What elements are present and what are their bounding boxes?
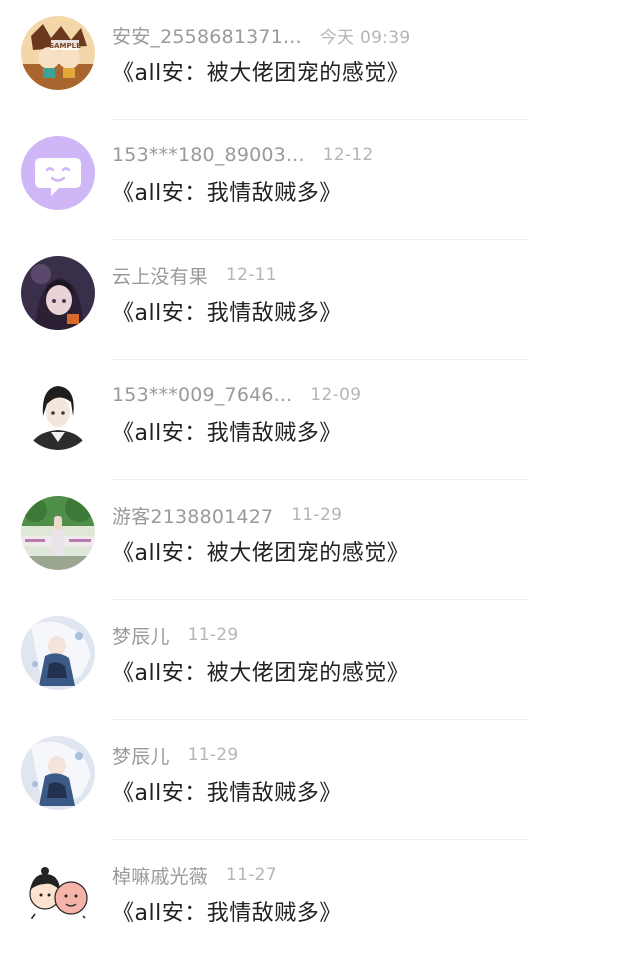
comment-meta: 云上没有果 12-11 bbox=[112, 262, 277, 288]
comment-item[interactable]: 153***009_7646... 12-09 《all安：我情敌贼多》 bbox=[0, 360, 640, 480]
comment-meta: 游客2138801427 11-29 bbox=[112, 502, 342, 528]
comment-item[interactable]: 云上没有果 12-11 《all安：我情敌贼多》 bbox=[0, 240, 640, 360]
username[interactable]: 游客2138801427 bbox=[112, 502, 273, 529]
timestamp: 12-09 bbox=[310, 385, 362, 405]
comment-text: 《all安：被大佬团宠的感觉》 bbox=[112, 541, 410, 566]
comment-item[interactable]: 153***180_89003... 12-12 《all安：我情敌贼多》 bbox=[0, 120, 640, 240]
username[interactable]: 梦辰儿 bbox=[112, 622, 170, 649]
timestamp: 12-11 bbox=[226, 265, 277, 285]
user-avatar[interactable] bbox=[21, 376, 95, 450]
chat-bubble-avatar-icon bbox=[21, 136, 95, 210]
username[interactable]: 安安_2558681371... bbox=[112, 22, 302, 49]
username[interactable]: 梦辰儿 bbox=[112, 742, 170, 769]
anime-white-hair-avatar-icon bbox=[21, 616, 95, 690]
comment-meta: 梦辰儿 11-29 bbox=[112, 622, 239, 648]
user-avatar[interactable] bbox=[21, 136, 95, 210]
comment-meta: 棹嘛戚光薇 11-27 bbox=[112, 862, 277, 888]
comment-text: 《all安：我情敌贼多》 bbox=[112, 301, 342, 326]
comment-text: 《all安：我情敌贼多》 bbox=[112, 181, 342, 206]
username[interactable]: 153***180_89003... bbox=[112, 144, 305, 166]
user-avatar[interactable] bbox=[21, 856, 95, 930]
comment-meta: 安安_2558681371... 今天 09:39 bbox=[112, 22, 411, 48]
comment-meta: 梦辰儿 11-29 bbox=[112, 742, 239, 768]
user-avatar[interactable] bbox=[21, 496, 95, 570]
anime-white-hair-avatar-icon bbox=[21, 736, 95, 810]
comment-item[interactable]: 梦辰儿 11-29 《all安：被大佬团宠的感觉》 bbox=[0, 600, 640, 720]
svg-text:SAMPLE: SAMPLE bbox=[49, 42, 81, 50]
timestamp: 11-29 bbox=[187, 625, 239, 645]
timestamp: 11-29 bbox=[291, 505, 343, 525]
anime-girl-avatar-icon bbox=[21, 256, 95, 330]
timestamp: 11-29 bbox=[187, 745, 239, 765]
comment-text: 《all安：我情敌贼多》 bbox=[112, 781, 342, 806]
comment-text: 《all安：我情敌贼多》 bbox=[112, 901, 342, 926]
user-avatar[interactable]: SAMPLE bbox=[21, 16, 95, 90]
username[interactable]: 云上没有果 bbox=[112, 262, 208, 289]
comment-text: 《all安：被大佬团宠的感觉》 bbox=[112, 61, 410, 86]
timestamp: 12-12 bbox=[322, 145, 374, 165]
comment-item[interactable]: 棹嘛戚光薇 11-27 《all安：我情敌贼多》 bbox=[0, 840, 640, 960]
username[interactable]: 153***009_7646... bbox=[112, 384, 292, 406]
user-avatar[interactable] bbox=[21, 256, 95, 330]
comment-item[interactable]: SAMPLE 安安_2558681371... 今天 09:39 《all安：被… bbox=[0, 0, 640, 120]
anime-boy-avatar-icon bbox=[21, 376, 95, 450]
comment-item[interactable]: 梦辰儿 11-29 《all安：我情敌贼多》 bbox=[0, 720, 640, 840]
photo-avatar-icon bbox=[21, 496, 95, 570]
user-avatar[interactable] bbox=[21, 736, 95, 810]
user-avatar[interactable] bbox=[21, 616, 95, 690]
comment-text: 《all安：我情敌贼多》 bbox=[112, 421, 342, 446]
timestamp: 今天 09:39 bbox=[319, 27, 411, 48]
cartoon-couple-avatar-icon bbox=[21, 856, 95, 930]
comment-item[interactable]: 游客2138801427 11-29 《all安：被大佬团宠的感觉》 bbox=[0, 480, 640, 600]
comment-meta: 153***009_7646... 12-09 bbox=[112, 382, 361, 408]
username[interactable]: 棹嘛戚光薇 bbox=[112, 862, 208, 889]
comment-meta: 153***180_89003... 12-12 bbox=[112, 142, 374, 168]
comment-text: 《all安：被大佬团宠的感觉》 bbox=[112, 661, 410, 686]
anime-sample-avatar-icon: SAMPLE bbox=[21, 16, 95, 90]
comment-list: SAMPLE 安安_2558681371... 今天 09:39 《all安：被… bbox=[0, 0, 640, 960]
timestamp: 11-27 bbox=[226, 865, 277, 885]
